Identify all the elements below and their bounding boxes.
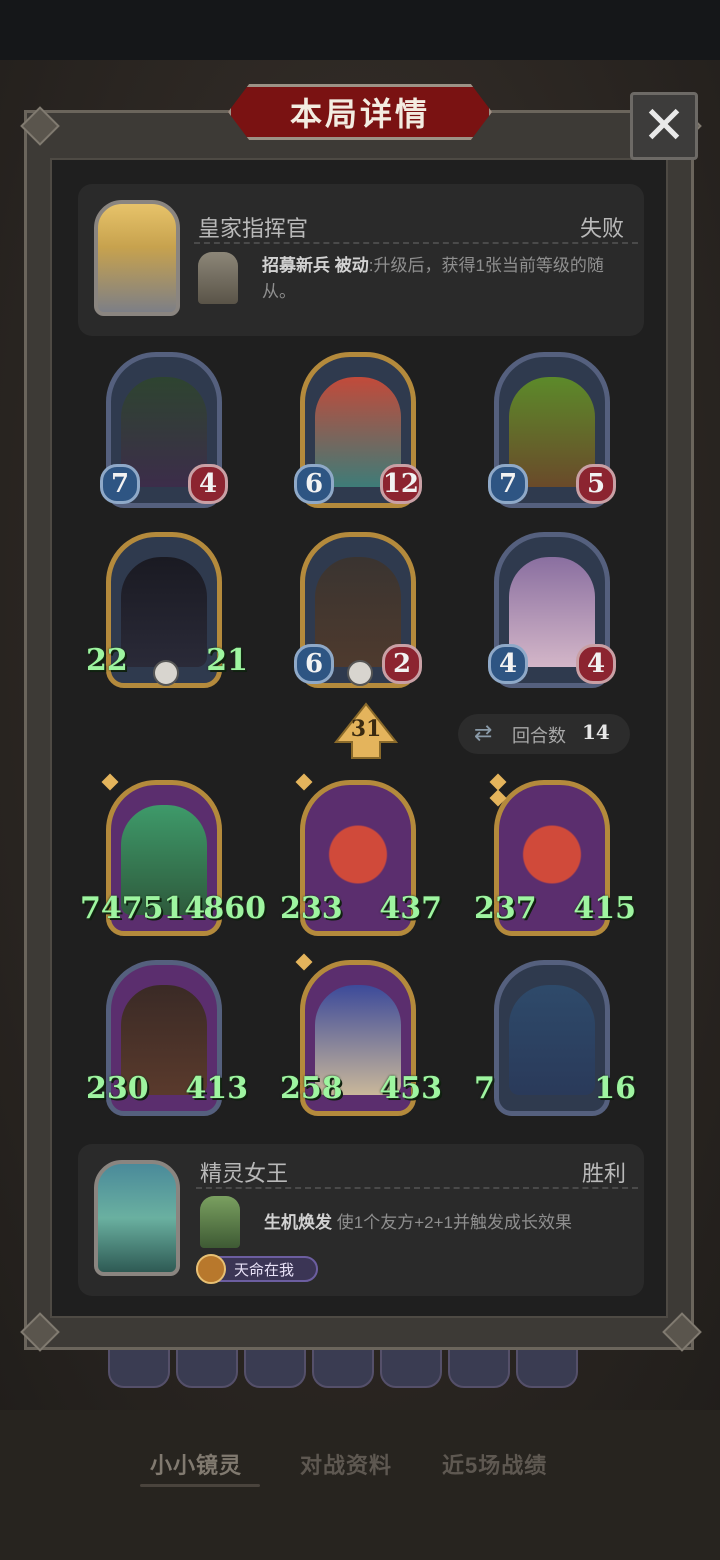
background-card (448, 1344, 510, 1388)
background-card (312, 1344, 374, 1388)
attack-stat: 7 (474, 1071, 495, 1106)
health-stat: 413 (185, 1071, 248, 1106)
opponent-name: 皇家指挥官 (198, 216, 309, 241)
unit-card[interactable]: 7 4 (100, 352, 228, 512)
health-stat: 453 (379, 1071, 442, 1106)
divider (194, 242, 638, 244)
unit-card[interactable]: 230 413 (86, 960, 248, 1120)
skill-description: 使1个友方+2+1并触发成长效果 (336, 1213, 572, 1232)
player-hero-portrait[interactable] (94, 1160, 180, 1276)
attack-stat: 7 (488, 464, 528, 504)
tab-recent-5-results[interactable]: 近5场战绩 (442, 1448, 547, 1480)
background-card (176, 1344, 238, 1388)
title-plaque: 本局详情 (228, 84, 492, 140)
opponent-hero-portrait[interactable] (94, 200, 180, 316)
attack-stat: 258 (280, 1071, 343, 1106)
skill-name: 招募新兵 (262, 256, 330, 275)
unit-card[interactable]: 6 2 (294, 532, 422, 692)
unit-card[interactable]: 7 16 (474, 960, 636, 1120)
attack-stat: 7 (100, 464, 140, 504)
player-skill-text: 生机焕发 使1个友方+2+1并触发成长效果 (264, 1210, 634, 1236)
recruit-skill-icon[interactable] (198, 252, 238, 304)
attack-stat: 22 (86, 643, 128, 678)
round-value: 14 (582, 720, 610, 744)
skill-name: 生机焕发 (264, 1213, 332, 1232)
unit-card[interactable]: 747514 860 (80, 773, 266, 940)
tavern-level: 31 (350, 716, 382, 742)
tab-mirror-sprite[interactable]: 小小镜灵 (150, 1448, 242, 1480)
unit-card[interactable]: 258 453 (280, 953, 442, 1120)
round-label: 回合数 (512, 726, 566, 746)
health-stat: 5 (576, 464, 616, 504)
modal-title: 本局详情 (289, 96, 430, 132)
round-icon: ⇄ (474, 720, 493, 745)
unit-card[interactable]: 4 4 (488, 532, 616, 692)
bottom-tab-bar (0, 1410, 720, 1560)
destiny-badge-label: 天命在我 (234, 1262, 295, 1279)
background-card (516, 1344, 578, 1388)
opponent-skill-text: 招募新兵 被动:升级后，获得1张当前等级的随从。 (262, 253, 632, 305)
attack-stat: 4 (488, 644, 528, 684)
tab-underline (140, 1484, 260, 1487)
health-stat: 415 (573, 891, 636, 926)
close-button[interactable]: ✕ (630, 92, 698, 160)
unit-frame (494, 960, 610, 1116)
attack-stat: 6 (294, 644, 334, 684)
health-stat: 860 (203, 891, 266, 926)
health-stat: 12 (379, 464, 422, 504)
skull-icon (153, 660, 179, 686)
background-card (244, 1344, 306, 1388)
attack-stat: 237 (474, 891, 537, 926)
background-card (108, 1344, 170, 1388)
skull-icon (347, 660, 373, 686)
player-result: 胜利 (582, 1161, 627, 1186)
attack-stat: 747514 (80, 891, 206, 926)
top-band (0, 0, 720, 60)
skill-type: 被动 (334, 256, 369, 275)
health-stat: 21 (206, 643, 248, 678)
player-name: 精灵女王 (200, 1161, 289, 1186)
attack-stat: 233 (280, 891, 343, 926)
background-card-strip (108, 1344, 588, 1388)
health-stat: 16 (594, 1071, 636, 1106)
health-stat: 4 (576, 644, 616, 684)
unit-card[interactable]: 22 21 (86, 532, 248, 692)
health-stat: 437 (379, 891, 442, 926)
health-stat: 2 (382, 644, 422, 684)
unit-card[interactable]: 233 437 (280, 773, 442, 940)
opponent-result: 失败 (580, 216, 625, 241)
background-card (380, 1344, 442, 1388)
growth-skill-icon[interactable] (200, 1196, 240, 1248)
unit-card[interactable]: 6 12 (294, 352, 422, 512)
health-stat: 4 (188, 464, 228, 504)
attack-stat: 230 (86, 1071, 149, 1106)
unit-card[interactable]: 237 415 (474, 773, 636, 940)
close-icon: ✕ (642, 97, 686, 155)
divider (196, 1187, 638, 1189)
unit-card[interactable]: 7 5 (488, 352, 616, 512)
crown-icon (196, 1254, 226, 1284)
tab-battle-info[interactable]: 对战资料 (300, 1448, 392, 1480)
attack-stat: 6 (294, 464, 334, 504)
